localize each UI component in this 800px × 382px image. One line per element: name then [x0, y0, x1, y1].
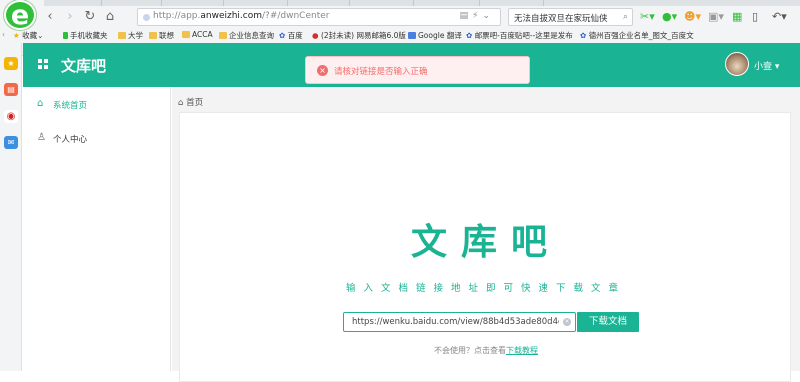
page-subtitle: 输入文档链接地址即可快速下载文章 — [345, 283, 626, 294]
search-icon[interactable]: ⌕ — [623, 12, 628, 22]
bookmark-item[interactable]: ● (2封未读) 网易邮箱6.0版 — [312, 30, 406, 41]
tutorial-link[interactable]: 下载教程 — [506, 346, 538, 355]
search-text: 无法自拔双旦在家玩仙侠 — [514, 14, 608, 24]
mail-icon[interactable]: ✉ — [4, 136, 18, 149]
bookmark-item[interactable]: 联想 — [149, 30, 174, 41]
toast-message: 请核对链接是否输入正确 — [334, 67, 428, 77]
forward-icon[interactable]: › — [62, 9, 78, 25]
browser-side-panel: ★ ▤ ◉ ✉ — [0, 43, 22, 371]
home-icon[interactable]: ⌂ — [102, 9, 118, 25]
scissors-icon[interactable]: ✂▾ — [640, 10, 655, 24]
user-icon: ♙ — [37, 132, 46, 143]
bookmark-item[interactable]: ACCA — [182, 30, 213, 39]
document-url-input[interactable] — [344, 313, 559, 331]
error-icon: × — [317, 65, 328, 76]
sidebar-item-home[interactable]: ⌂ 系统首页 — [23, 91, 171, 117]
error-toast: × 请核对链接是否输入正确 — [305, 56, 530, 84]
navigation-row: ‹ › ↻ ⌂ http://app.anweizhi.com/?#/dwnCe… — [0, 6, 800, 28]
favorites-icon[interactable]: ★ — [4, 57, 18, 70]
back-icon[interactable]: ‹ — [42, 9, 58, 25]
sidebar-item-profile[interactable]: ♙ 个人中心 — [23, 125, 171, 151]
browser-search-input[interactable]: 无法自拔双旦在家玩仙侠 ⌕ — [508, 8, 633, 26]
main-content: ⌂ 首页 文库吧 输入文档链接地址即可快速下载文章 × 下载文档 不会使用？点击… — [172, 87, 800, 382]
clear-icon[interactable]: × — [563, 318, 571, 326]
url-text: http://app.anweizhi.com/?#/dwnCenter — [153, 11, 330, 21]
document-url-field[interactable]: × — [343, 312, 576, 332]
avatar[interactable] — [725, 52, 749, 76]
page-title: 文库吧 — [410, 222, 561, 263]
apps-grid-icon[interactable]: ▦ — [732, 10, 742, 24]
breadcrumb[interactable]: ⌂ 首页 — [178, 96, 203, 108]
site-info-icon[interactable] — [143, 14, 150, 21]
bookmarks-bar: ‹ ★ 收藏⌄ 手机收藏夹 大学 联想 ACCA 企业信息查询 ✿ 百度 ● (… — [0, 28, 800, 43]
bookmark-item[interactable]: 手机收藏夹 — [63, 30, 108, 41]
sidebar: ⌂ 系统首页 ♙ 个人中心 — [23, 87, 171, 371]
home-icon: ⌂ — [37, 98, 44, 109]
weibo-icon[interactable]: ◉ — [4, 110, 18, 123]
refresh-icon[interactable]: ↻ — [82, 9, 98, 25]
sidebar-toggle-icon[interactable]: ‹ — [2, 30, 5, 39]
bookmark-item[interactable]: 企业信息查询 — [219, 30, 274, 41]
breadcrumb-home-icon: ⌂ — [178, 98, 184, 108]
download-button[interactable]: 下载文档 — [577, 312, 639, 332]
brand-title: 文库吧 — [61, 57, 107, 75]
phone-icon[interactable]: ▯ — [752, 10, 758, 24]
bookmark-item[interactable]: ★ 收藏⌄ — [13, 30, 43, 41]
user-menu[interactable]: 小壹 ▾ — [754, 59, 779, 72]
green-circle-icon[interactable]: ●▾ — [662, 10, 677, 24]
address-actions-icon[interactable]: ▤⚡⌄ — [460, 11, 494, 21]
notes-icon[interactable]: ▤ — [4, 83, 18, 96]
bookmark-item[interactable]: ✿ 德州百强企业名单_图文_百度文 — [580, 30, 694, 41]
help-text: 不会使用？点击查看下载教程 — [434, 346, 538, 355]
sidebar-item-label: 系统首页 — [53, 101, 88, 111]
bookmark-item[interactable]: ✿ 百度 — [279, 30, 303, 41]
bookmark-item[interactable]: ✿ 邮票吧-百度贴吧--这里是发布 — [466, 30, 573, 41]
bookmark-item[interactable]: 大学 — [118, 30, 143, 41]
bookmark-item[interactable]: Google 翻译 — [408, 30, 462, 41]
content-panel: 文库吧 输入文档链接地址即可快速下载文章 × 下载文档 不会使用？点击查看下载教… — [179, 112, 791, 382]
address-bar[interactable]: http://app.anweizhi.com/?#/dwnCenter ▤⚡⌄ — [137, 8, 501, 26]
grid-menu-icon[interactable] — [38, 59, 48, 69]
undo-icon[interactable]: ↶▾ — [772, 10, 787, 24]
image-icon[interactable]: ▣▾ — [708, 10, 724, 24]
sidebar-item-label: 个人中心 — [53, 135, 88, 145]
smiley-icon[interactable]: ☻▾ — [684, 10, 701, 24]
